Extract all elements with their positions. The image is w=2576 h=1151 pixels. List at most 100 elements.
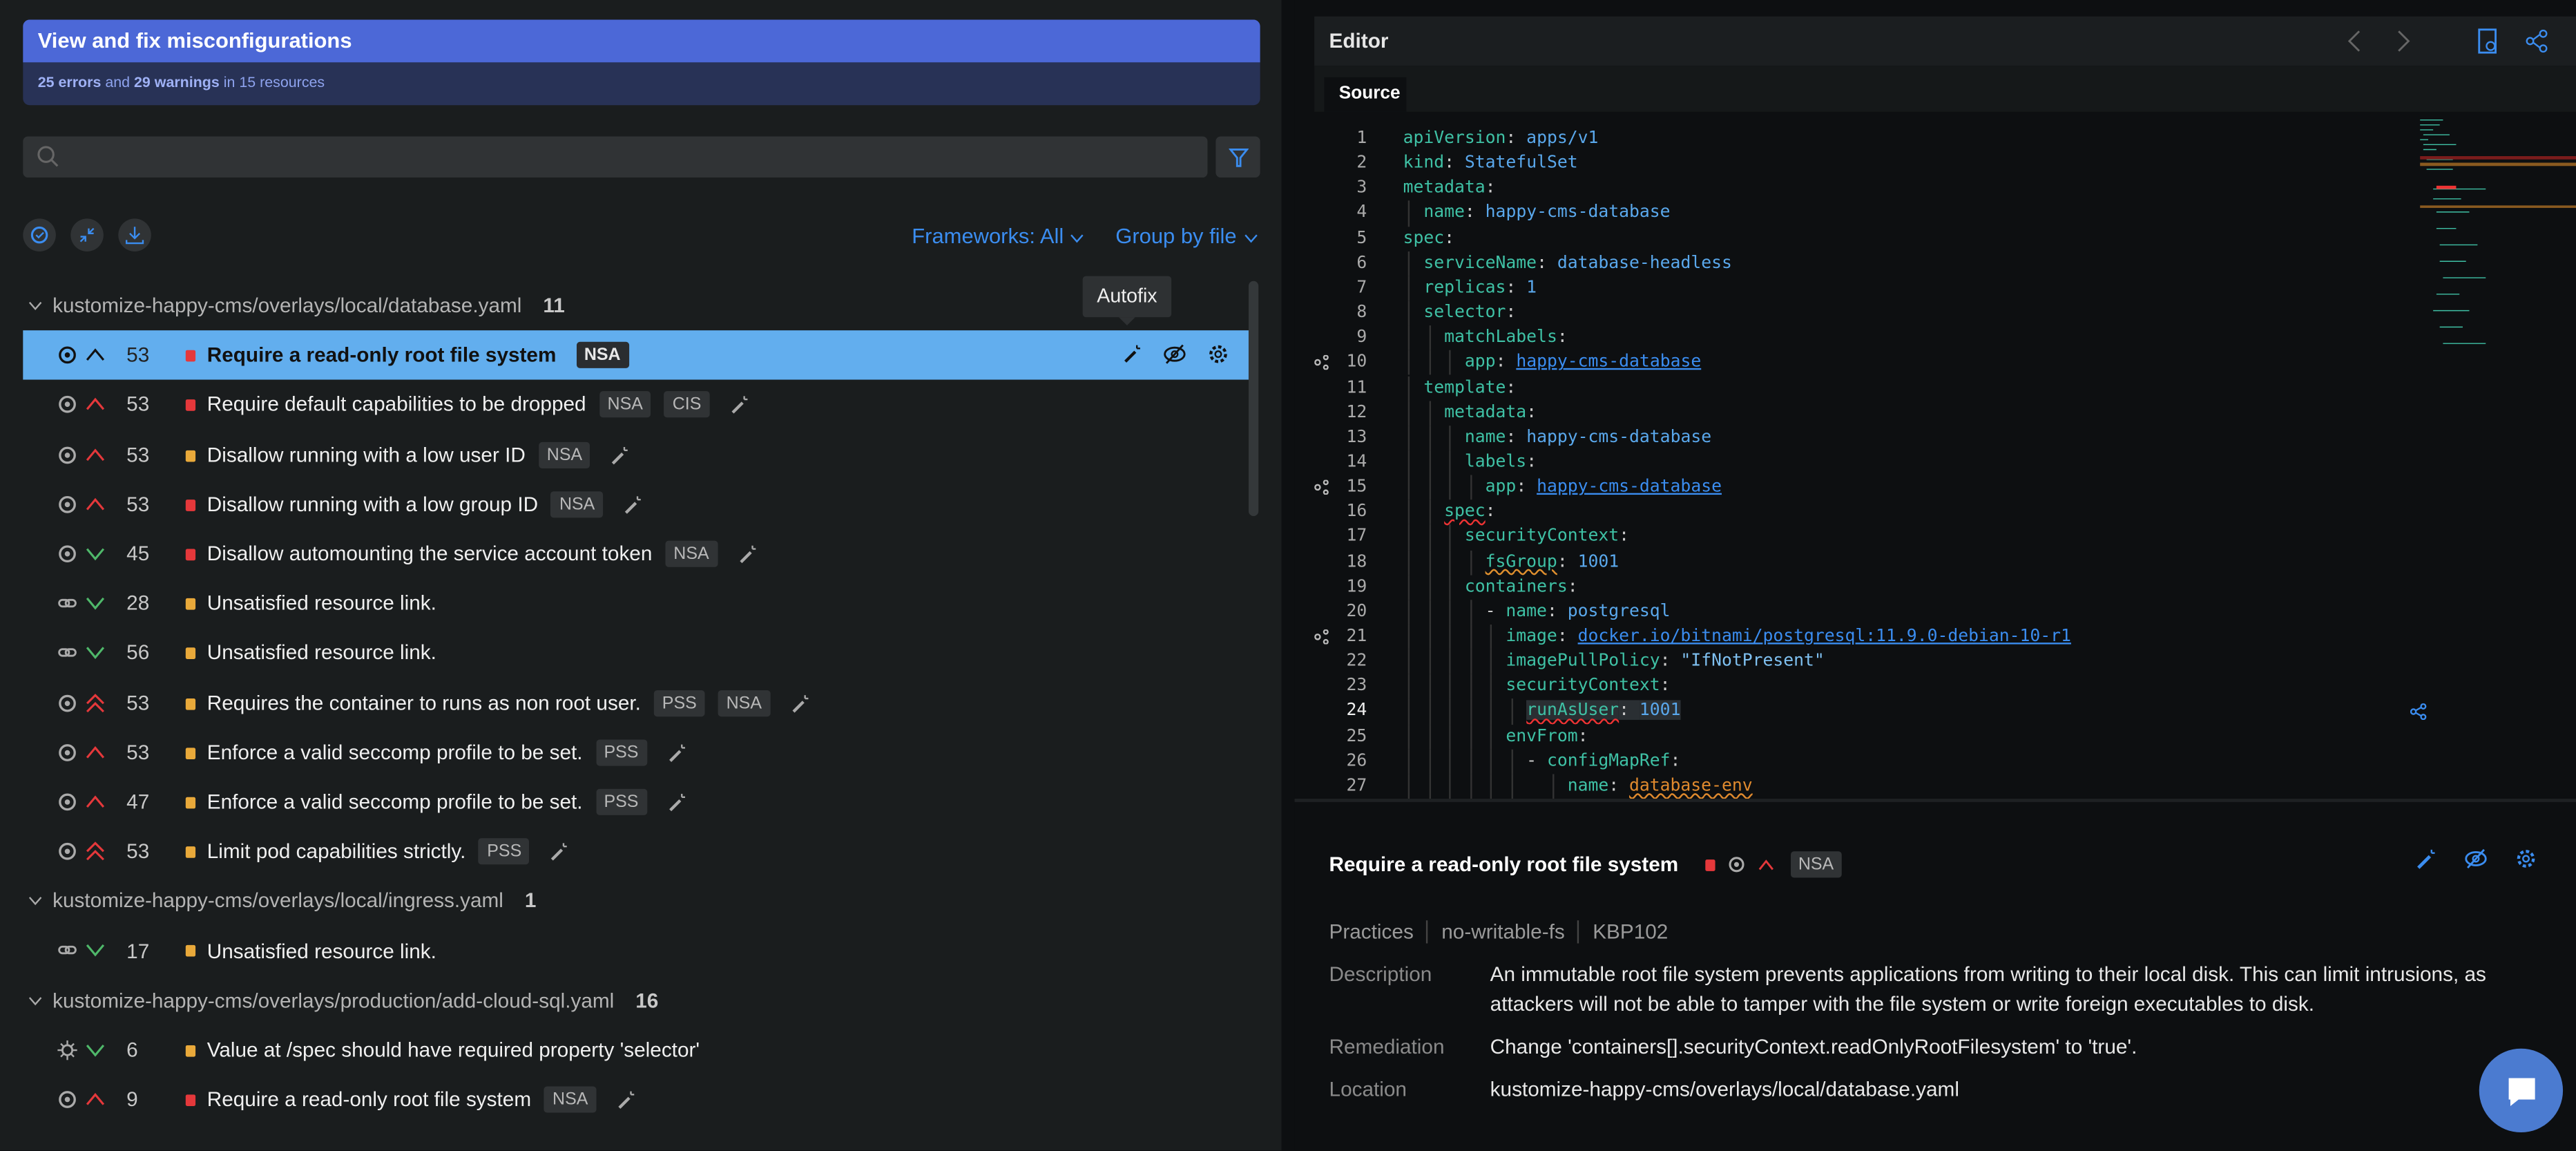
autofix-wand-icon[interactable] (550, 841, 570, 862)
group-by-dropdown[interactable]: Group by file (1115, 224, 1258, 248)
yaml-punctuation: : (1619, 701, 1640, 721)
search-input[interactable] (23, 136, 1208, 178)
autofix-wand-icon[interactable] (666, 743, 686, 763)
code-line[interactable]: 13 name: happy-cms-database (1295, 425, 2576, 450)
filter-button[interactable] (1215, 136, 1260, 178)
problem-row[interactable]: 53 Require default capabilities to be dro… (23, 380, 1249, 430)
line-number: 45 (126, 542, 150, 566)
code-line[interactable]: 27 name: database-env (1295, 774, 2576, 799)
code-line[interactable]: 6 serviceName: database-headless (1295, 251, 2576, 276)
download-button[interactable] (118, 218, 151, 251)
framework-tag: PSS (653, 689, 705, 716)
autofix-wand-icon[interactable] (611, 445, 631, 465)
yaml-key: name (1567, 775, 1609, 796)
autofix-wand-icon[interactable] (623, 495, 643, 515)
error-severity-marker (185, 399, 196, 412)
validation-settings-button[interactable] (23, 218, 56, 251)
problem-row[interactable]: 53 Disallow running with a low group ID NS… (23, 479, 1249, 529)
back-icon[interactable] (2346, 30, 2363, 53)
hide-eye-icon[interactable] (2464, 848, 2487, 870)
code-line[interactable]: 25 envFrom: (1295, 724, 2576, 750)
autofix-wand-icon[interactable] (666, 792, 686, 812)
problem-row[interactable]: 53 Disallow running with a low user ID NSA (23, 430, 1249, 479)
file-group[interactable]: kustomize-happy-cms/overlays/local/datab… (23, 281, 1249, 331)
line-number: 53 (126, 691, 150, 714)
autofix-wand-icon[interactable] (2415, 848, 2436, 870)
code-line[interactable]: 26 - configMapRef: (1295, 749, 2576, 774)
yaml-punctuation: : (1485, 502, 1506, 522)
frameworks-dropdown[interactable]: Frameworks: All (912, 223, 1085, 249)
line-number: 20 (1346, 601, 1367, 621)
autofix-wand-icon[interactable] (729, 395, 749, 415)
code-line[interactable]: 2 kind: StatefulSet (1295, 151, 2576, 176)
panel-divider[interactable] (1294, 799, 2576, 802)
code-line[interactable]: 22 imagePullPolicy: "IfNotPresent" (1295, 649, 2576, 675)
error-severity-marker (185, 350, 196, 362)
code-line[interactable]: 24 runAsUser: 1001 (1295, 699, 2576, 725)
code-line[interactable]: 14 labels: (1295, 450, 2576, 475)
problem-row[interactable]: 53 Limit pod capabilities strictly. PSS (23, 827, 1249, 877)
code-line[interactable]: 20 - name: postgresql (1295, 599, 2576, 625)
code-line[interactable]: 23 securityContext: (1295, 674, 2576, 700)
error-severity-marker (185, 549, 196, 561)
autofix-wand-icon[interactable] (789, 693, 809, 713)
code-line[interactable]: 11 template: (1295, 375, 2576, 401)
code-line[interactable]: 4 name: happy-cms-database (1295, 201, 2576, 227)
code-line[interactable]: 15 app: happy-cms-database (1295, 475, 2576, 500)
code-line[interactable]: 12 metadata: (1295, 400, 2576, 426)
gear-icon[interactable] (1207, 344, 1229, 365)
code-line[interactable]: 8 selector: (1295, 301, 2576, 326)
problem-row[interactable]: 28 Unsatisfied resource link. (23, 579, 1249, 629)
tab-source[interactable]: Source (1324, 77, 1407, 112)
forward-icon[interactable] (2395, 30, 2412, 53)
code-line[interactable]: 1 apiVersion: apps/v1 (1295, 126, 2576, 151)
code-line[interactable]: 9 matchLabels: (1295, 325, 2576, 351)
problem-row[interactable]: 47 Enforce a valid seccomp profile to be … (23, 777, 1249, 827)
graph-share-icon[interactable] (2525, 29, 2548, 53)
location-value[interactable]: kustomize-happy-cms/overlays/local/datab… (1490, 1075, 2526, 1105)
list-scrollbar[interactable] (1248, 280, 1259, 516)
problem-row[interactable]: 53 Requires the container to runs as non … (23, 678, 1249, 727)
code-line[interactable]: 3 metadata: (1295, 176, 2576, 201)
code-line[interactable]: 7 replicas: 1 (1295, 276, 2576, 301)
code-line[interactable]: 16 spec: (1295, 500, 2576, 525)
problem-row[interactable]: 53 Require a read-only root file system NS… (23, 330, 1249, 381)
problem-row[interactable]: 9 Require a read-only root file system NSA (23, 1075, 1249, 1125)
gear-icon[interactable] (2515, 848, 2537, 870)
problem-row[interactable]: 17 Unsatisfied resource link. (23, 926, 1249, 976)
yaml-punctuation: : (1660, 676, 1681, 696)
yaml-punctuation: : (1557, 551, 1578, 571)
code-line[interactable]: 18 fsGroup: 1001 (1295, 549, 2576, 575)
file-group[interactable]: kustomize-happy-cms/overlays/production/… (23, 976, 1249, 1025)
problem-row[interactable]: 56 Unsatisfied resource link. (23, 628, 1249, 678)
code-line[interactable]: 21 image: docker.io/bitnami/postgresql:1… (1295, 624, 2576, 650)
problem-row[interactable]: 45 Disallow automounting the service acco… (23, 529, 1249, 579)
validate-file-icon[interactable] (2477, 28, 2497, 54)
code-line[interactable]: 17 securityContext: (1295, 524, 2576, 550)
meta-category: Practices (1329, 920, 1414, 944)
problem-row[interactable]: 53 Enforce a valid seccomp profile to be … (23, 727, 1249, 777)
collapse-button[interactable] (70, 218, 104, 251)
yaml-punctuation: : (1495, 352, 1517, 372)
autofix-wand-icon[interactable] (1122, 344, 1142, 364)
code-editor[interactable]: 1 apiVersion: apps/v1 2 kind: StatefulSet 3 m… (1295, 113, 2576, 799)
problem-list: kustomize-happy-cms/overlays/local/datab… (23, 281, 1249, 1125)
problem-count: 1 (524, 889, 537, 913)
graph-share-icon[interactable] (2410, 704, 2427, 721)
yaml-punctuation: - (1526, 750, 1547, 771)
yaml-key: containers (1464, 576, 1568, 596)
hide-eye-icon[interactable] (1163, 344, 1186, 365)
file-group[interactable]: kustomize-happy-cms/overlays/local/ingre… (23, 877, 1249, 926)
code-line[interactable]: 19 containers: (1295, 574, 2576, 600)
warning-severity-marker (185, 598, 196, 610)
autofix-wand-icon[interactable] (737, 544, 757, 564)
frameworks-label: Frameworks: All (912, 223, 1064, 249)
problem-row[interactable]: 6 Value at /spec should have required pro… (23, 1025, 1249, 1075)
framework-tag: PSS (595, 788, 647, 815)
error-severity-marker (1704, 858, 1715, 871)
chat-button[interactable] (2479, 1048, 2564, 1133)
code-line[interactable]: 5 spec: (1295, 226, 2576, 251)
line-number: 9 (126, 1088, 138, 1112)
code-line[interactable]: 10 app: happy-cms-database (1295, 350, 2576, 376)
autofix-wand-icon[interactable] (616, 1090, 636, 1110)
